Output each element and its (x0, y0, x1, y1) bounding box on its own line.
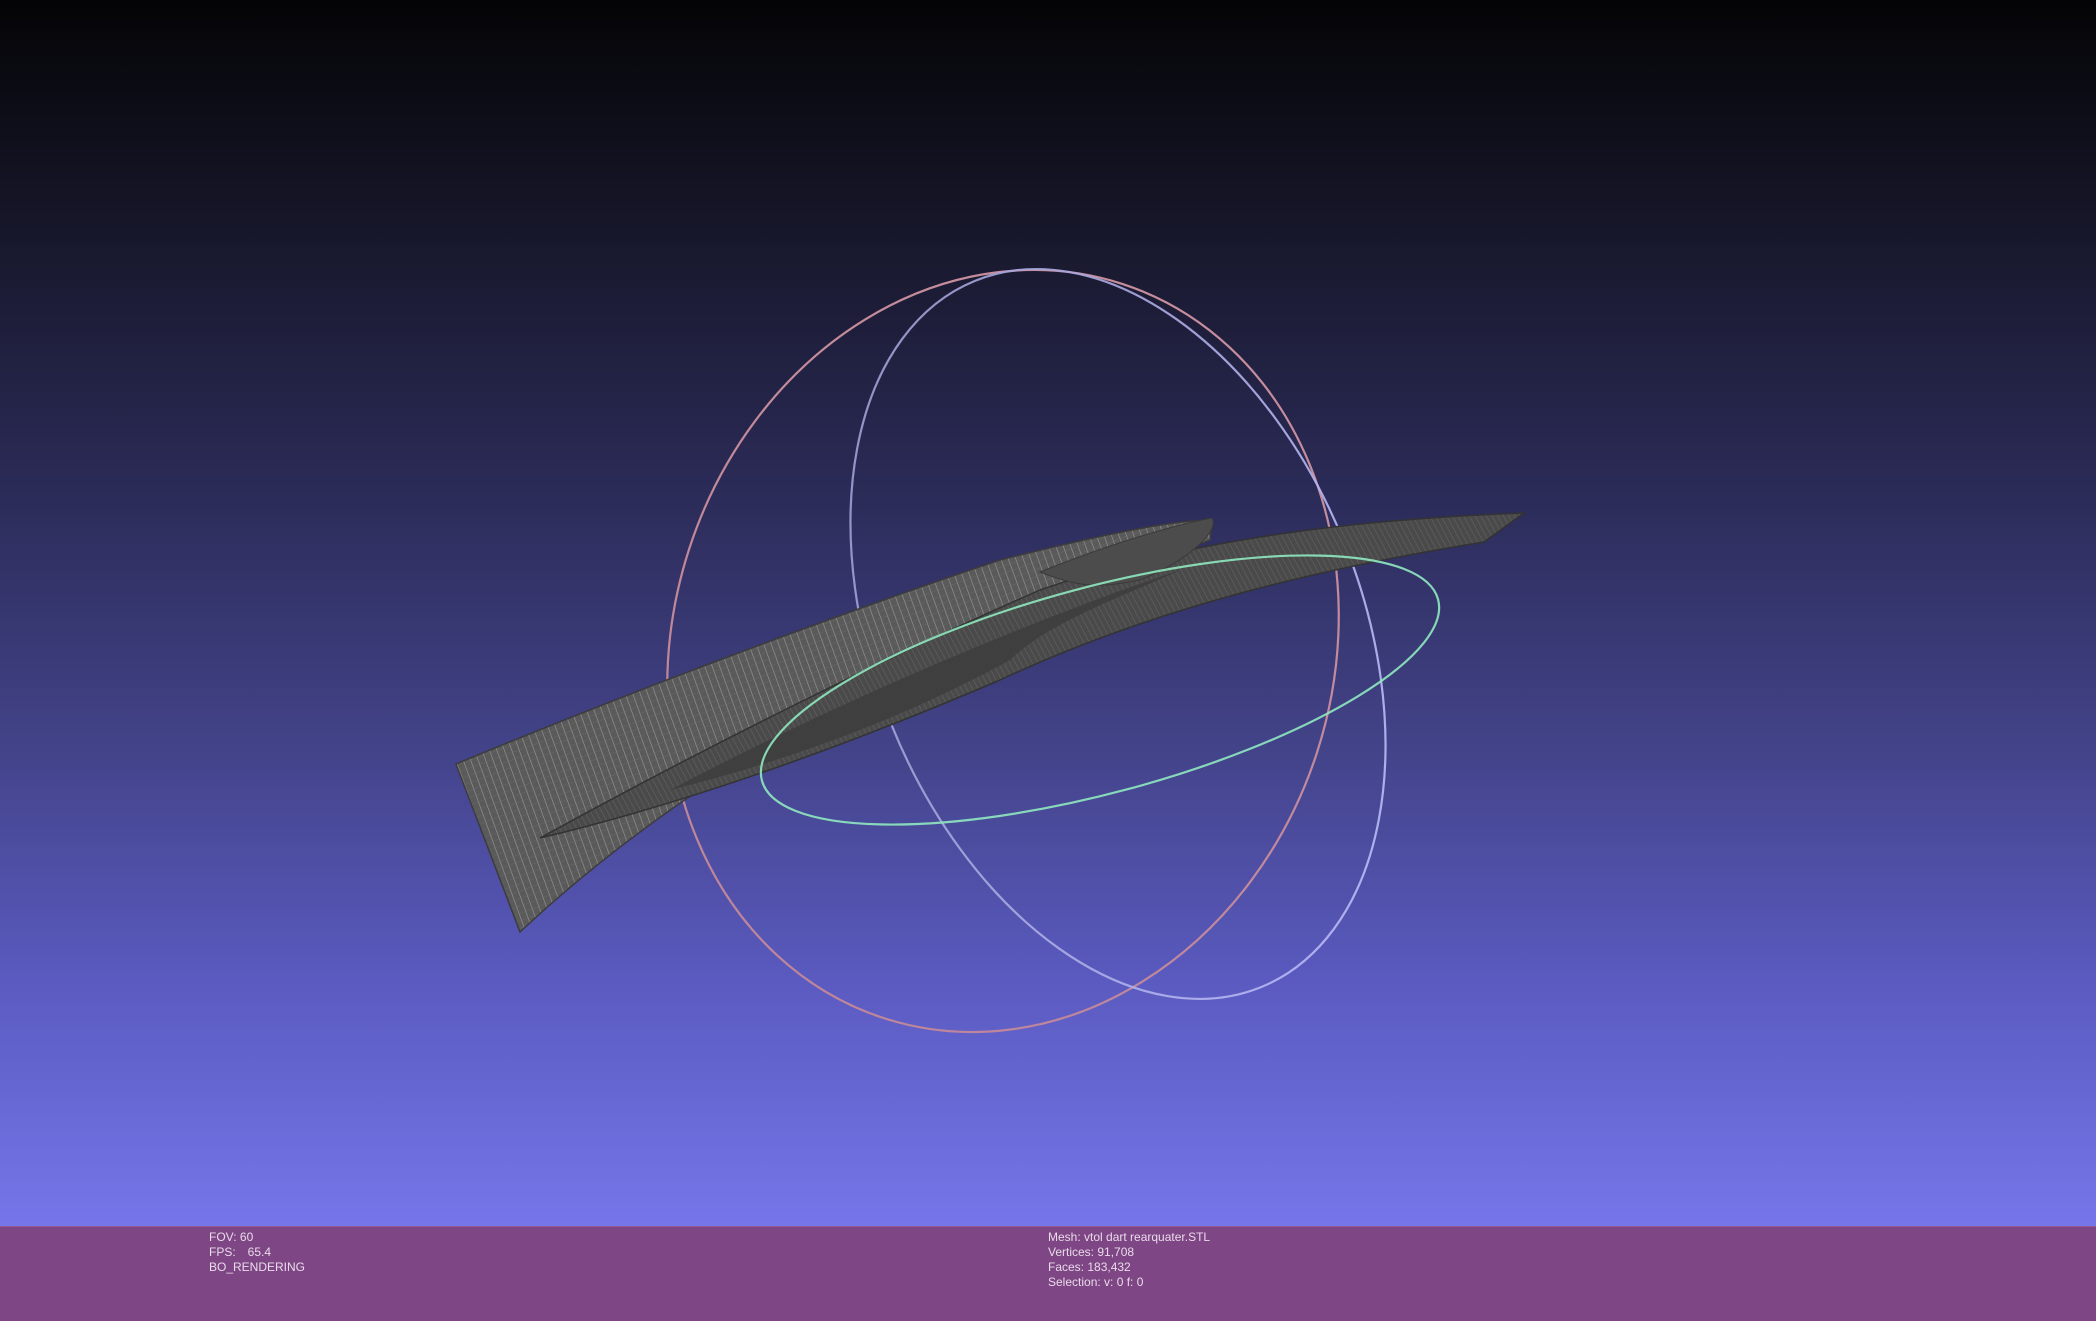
3d-viewport[interactable] (0, 0, 2096, 1226)
fps-value: 65.4 (247, 1245, 272, 1259)
faces-readout: Faces: 183,432 (1048, 1260, 1131, 1274)
vertices-readout: Vertices: 91,708 (1048, 1245, 1135, 1259)
render-mode-readout: BO_RENDERING (209, 1260, 306, 1274)
fov-readout: FOV: 60 (209, 1230, 254, 1244)
render-info-panel: FOV: 60 FPS: 65.4 BO_RENDERING (209, 1230, 305, 1275)
info-bar: FOV: 60 FPS: 65.4 BO_RENDERING Mesh: vtol… (0, 1226, 2096, 1321)
fps-readout: FPS: 65.4 (209, 1245, 305, 1260)
selection-readout: Selection: v: 0 f: 0 (1048, 1275, 1144, 1289)
scene-canvas[interactable] (0, 0, 2096, 1226)
fps-label: FPS: (209, 1245, 236, 1259)
mesh-name-readout: Mesh: vtol dart rearquater.STL (1048, 1230, 1211, 1244)
wireframe-mesh[interactable] (455, 512, 1527, 934)
mesh-info-panel: Mesh: vtol dart rearquater.STL Vertices:… (1048, 1230, 1210, 1290)
